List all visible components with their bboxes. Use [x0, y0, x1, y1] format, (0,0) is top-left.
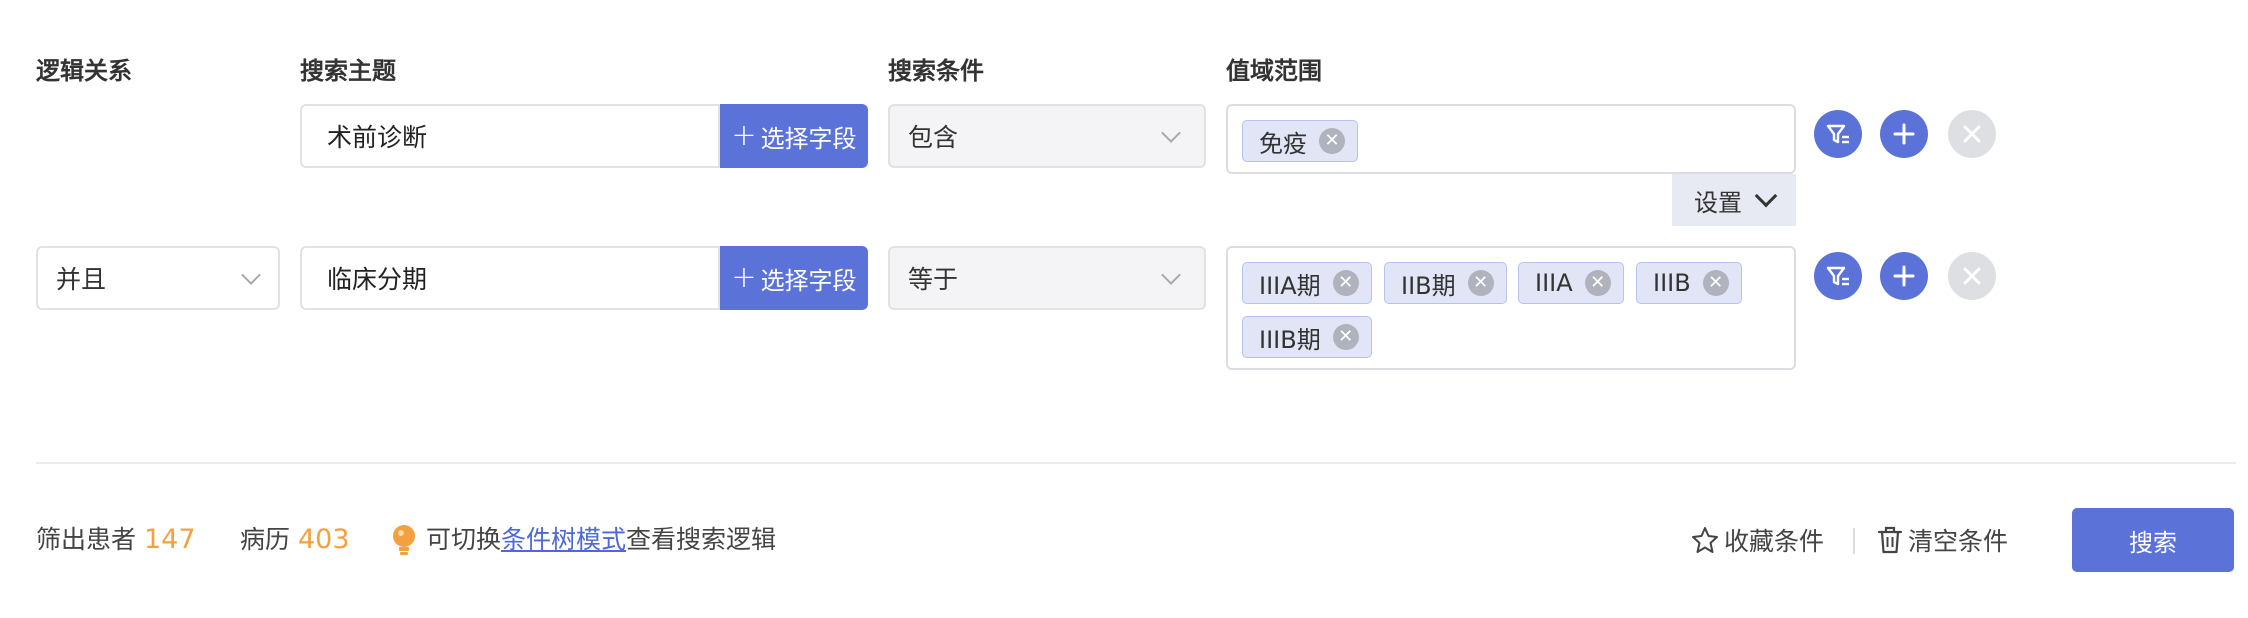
mode-tip: 可切换 条件树模式 查看搜索逻辑 — [390, 522, 776, 558]
remove-condition-button[interactable] — [1948, 110, 1996, 158]
close-icon[interactable]: ✕ — [1584, 270, 1611, 296]
patient-count: 筛出患者 147 — [36, 522, 196, 558]
close-icon[interactable]: ✕ — [1702, 270, 1729, 296]
chevron-down-icon — [1161, 123, 1181, 143]
patients-count: 147 — [143, 524, 196, 555]
tag-label: IIIB期 — [1259, 325, 1321, 354]
records-label: 病历 — [240, 525, 291, 554]
trash-icon — [1877, 526, 1903, 554]
subject-input[interactable]: 临床分期 — [300, 246, 720, 310]
subject-value: 临床分期 — [327, 265, 428, 294]
favorite-conditions-button[interactable]: 收藏条件 — [1690, 522, 1824, 558]
select-field-label: 选择字段 — [760, 124, 857, 153]
close-icon[interactable]: ✕ — [1319, 128, 1345, 154]
patients-label: 筛出患者 — [36, 525, 137, 554]
value-tag: IIIB期 ✕ — [1242, 316, 1372, 358]
add-condition-button[interactable] — [1880, 252, 1928, 300]
remove-condition-button[interactable] — [1948, 252, 1996, 300]
clear-conditions-button[interactable]: 清空条件 — [1876, 522, 2008, 558]
tree-mode-link[interactable]: 条件树模式 — [501, 522, 626, 558]
tag-label: IIIB — [1653, 269, 1691, 297]
filter-icon — [1826, 266, 1849, 286]
tag-label: IIIA — [1535, 269, 1573, 297]
close-icon[interactable]: ✕ — [1332, 324, 1359, 350]
close-icon[interactable]: ✕ — [1332, 270, 1359, 296]
add-condition-button[interactable] — [1880, 110, 1928, 158]
header-condition: 搜索条件 — [888, 57, 984, 85]
chevron-down-icon — [1754, 184, 1778, 208]
plus-icon: + — [731, 260, 757, 295]
subject-input[interactable]: 术前诊断 — [300, 104, 720, 168]
favorite-label: 收藏条件 — [1724, 527, 1825, 556]
value-tag: IIIB ✕ — [1636, 262, 1742, 304]
plus-icon — [1893, 265, 1915, 287]
settings-label: 设置 — [1694, 188, 1742, 217]
tag-label: 免疫 — [1259, 129, 1307, 158]
lightbulb-icon — [393, 525, 415, 555]
star-icon — [1692, 527, 1718, 553]
value-tag: IIB期 ✕ — [1384, 262, 1507, 304]
logic-value: 并且 — [56, 265, 107, 294]
action-separator — [1853, 528, 1855, 554]
tip-suffix: 查看搜索逻辑 — [626, 525, 777, 554]
value-tag: IIIA期 ✕ — [1242, 262, 1372, 304]
header-range: 值域范围 — [1226, 57, 1322, 85]
record-count: 病历 403 — [240, 522, 350, 558]
value-tag: IIIA ✕ — [1518, 262, 1624, 304]
divider — [36, 462, 2236, 464]
tip-prefix: 可切换 — [426, 525, 502, 554]
plus-icon: + — [731, 118, 757, 153]
condition-select[interactable]: 等于 — [888, 246, 1206, 310]
value-range-box[interactable]: 免疫 ✕ — [1226, 104, 1796, 174]
subject-value: 术前诊断 — [327, 123, 428, 152]
close-icon — [1963, 125, 1981, 143]
value-tag: 免疫 ✕ — [1242, 120, 1358, 162]
records-count: 403 — [297, 524, 350, 555]
logic-select[interactable]: 并且 — [36, 246, 280, 310]
header-subject: 搜索主题 — [300, 57, 396, 85]
select-field-label: 选择字段 — [760, 266, 857, 295]
condition-value: 包含 — [908, 123, 959, 152]
close-icon[interactable]: ✕ — [1467, 270, 1494, 296]
close-icon — [1963, 267, 1981, 285]
condition-value: 等于 — [908, 265, 959, 294]
chevron-down-icon — [1161, 265, 1181, 285]
select-field-button[interactable]: + 选择字段 — [720, 246, 868, 310]
tag-label: IIIA期 — [1259, 271, 1321, 300]
filter-button[interactable] — [1814, 110, 1862, 158]
header-logic: 逻辑关系 — [36, 57, 132, 85]
search-label: 搜索 — [2129, 528, 2177, 557]
search-button[interactable]: 搜索 — [2072, 508, 2234, 572]
filter-icon — [1826, 124, 1849, 144]
condition-select[interactable]: 包含 — [888, 104, 1206, 168]
clear-label: 清空条件 — [1908, 527, 2009, 556]
chevron-down-icon — [241, 265, 261, 285]
value-range-box[interactable]: IIIA期 ✕ IIB期 ✕ IIIA ✕ IIIB ✕ IIIB期 ✕ — [1226, 246, 1796, 370]
plus-icon — [1893, 123, 1915, 145]
filter-button[interactable] — [1814, 252, 1862, 300]
select-field-button[interactable]: + 选择字段 — [720, 104, 868, 168]
tag-label: IIB期 — [1401, 271, 1456, 300]
settings-dropdown-button[interactable]: 设置 — [1672, 174, 1796, 226]
